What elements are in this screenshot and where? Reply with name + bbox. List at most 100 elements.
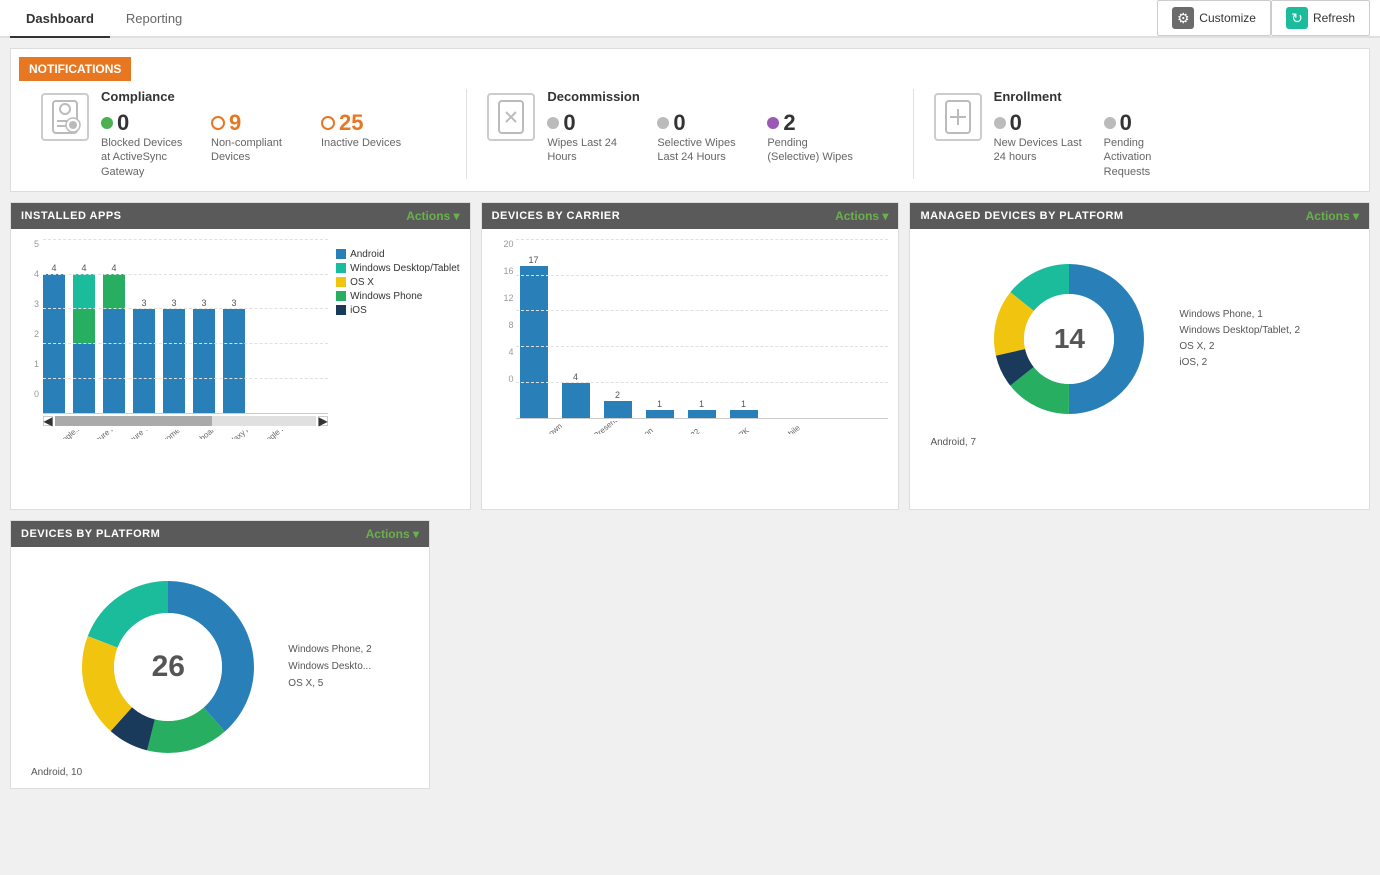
carrier-x-00022: 000-22 <box>676 425 703 434</box>
managed-donut-chart: 14 <box>979 249 1159 429</box>
legend-windows-desktop: Windows Desktop/Tablet <box>336 263 460 274</box>
new-devices-count: 0 <box>994 110 1084 136</box>
legend-windows-phone: Windows Phone <box>336 291 460 302</box>
bar-flipboard[interactable]: 3 <box>163 298 185 414</box>
bar-google[interactable]: 4 <box>43 263 65 414</box>
platform-legend-windesktop: Windows Deskto... <box>288 661 371 672</box>
wipes-count: 0 <box>547 110 637 136</box>
installed-apps-body: 5 4 3 2 1 0 <box>11 229 470 509</box>
x-label-flipboard: Flipboard <box>188 430 211 439</box>
installed-apps-widget: INSTALLED APPS Actions ▾ 5 4 3 2 1 0 <box>10 202 471 510</box>
decommission-section: Decommission 0 Wipes Last 24 Hours <box>467 89 913 179</box>
carrier-y-20: 20 <box>504 239 514 249</box>
main-content: NOTIFICATIONS Compliance 0 <box>0 38 1380 809</box>
bar-googleplay[interactable]: 3 <box>223 298 245 414</box>
blocked-devices-item[interactable]: 0 Blocked Devices at ActiveSync Gateway <box>101 110 191 179</box>
pending-wipes-label: Pending (Selective) Wipes <box>767 136 857 165</box>
carrier-bar-000pk[interactable]: 1 <box>688 399 716 419</box>
managed-devices-actions[interactable]: Actions ▾ <box>1306 209 1359 223</box>
platform-donut-legend: Windows Phone, 2 Windows Deskto... OS X,… <box>288 644 371 689</box>
gear-icon: ⚙ <box>1172 7 1194 29</box>
legend-osx: OS X <box>336 277 460 288</box>
osx-color <box>336 277 346 287</box>
enrollment-icon <box>934 93 982 141</box>
devices-by-platform-widget: DEVICES BY PLATFORM Actions ▾ <box>10 520 430 789</box>
gray-dot <box>547 117 559 129</box>
refresh-icon: ↻ <box>1286 7 1308 29</box>
wipes-item[interactable]: 0 Wipes Last 24 Hours <box>547 110 637 165</box>
managed-donut-legend: Windows Phone, 1 Windows Desktop/Tablet,… <box>1179 309 1300 368</box>
carrier-bar-00022[interactable]: 1 <box>646 399 674 419</box>
platform-donut-total: 26 <box>152 650 185 684</box>
carrier-bar-tmobile[interactable]: 1 <box>730 399 758 419</box>
managed-devices-header: MANAGED DEVICES BY PLATFORM Actions ▾ <box>910 203 1369 229</box>
platform-legend-android: Android, 10 <box>21 767 419 778</box>
x-label-chrome: Chrome <box>154 430 177 439</box>
carrier-bar-verizon[interactable]: 2 <box>604 390 632 419</box>
enrollment-items: 0 New Devices Last 24 hours 0 Pending Ac… <box>994 110 1339 179</box>
y-label-2: 2 <box>34 329 39 339</box>
gray-dot3 <box>994 117 1006 129</box>
noncompliant-item[interactable]: 9 Non-compliant Devices <box>211 110 301 179</box>
managed-legend-ios: iOS, 2 <box>1179 357 1300 368</box>
tab-dashboard[interactable]: Dashboard <box>10 1 110 38</box>
customize-button[interactable]: ⚙ Customize <box>1157 0 1271 36</box>
managed-legend-winphone: Windows Phone, 1 <box>1179 309 1300 320</box>
bar-secureweb[interactable]: 4 <box>103 263 125 414</box>
inactive-item[interactable]: 25 Inactive Devices <box>321 110 401 179</box>
selective-wipes-item[interactable]: 0 Selective Wipes Last 24 Hours <box>657 110 747 165</box>
pending-activation-item[interactable]: 0 Pending Activation Requests <box>1104 110 1194 179</box>
managed-devices-widget: MANAGED DEVICES BY PLATFORM Actions ▾ <box>909 202 1370 510</box>
new-devices-label: New Devices Last 24 hours <box>994 136 1084 165</box>
platform-legend-winphone: Windows Phone, 2 <box>288 644 371 655</box>
managed-donut-total: 14 <box>1054 323 1085 355</box>
bar-securehub[interactable]: 4 <box>73 263 95 414</box>
installed-apps-actions[interactable]: Actions ▾ <box>406 209 459 223</box>
empty-space <box>440 520 1370 789</box>
scroll-left-btn[interactable]: ◀ <box>43 416 53 426</box>
x-label-googleplay: Google Pla... <box>256 430 279 439</box>
widgets-row-2: DEVICES BY PLATFORM Actions ▾ <box>10 520 1370 789</box>
carrier-body: 20 16 12 8 4 0 <box>482 229 899 509</box>
carrier-bar-unknown[interactable]: 17 <box>520 255 548 419</box>
platform-legend-osx: OS X, 5 <box>288 678 371 689</box>
installed-apps-legend: Android Windows Desktop/Tablet OS X <box>336 239 460 439</box>
carrier-y-12: 12 <box>504 293 514 303</box>
x-label-galaxyapps: Galaxy Apps <box>222 430 245 439</box>
selective-wipes-count: 0 <box>657 110 747 136</box>
bar-galaxyapps[interactable]: 3 <box>193 298 215 414</box>
windesktop-color <box>336 263 346 273</box>
refresh-button[interactable]: ↻ Refresh <box>1271 0 1370 36</box>
installed-apps-header: INSTALLED APPS Actions ▾ <box>11 203 470 229</box>
bar-chrome[interactable]: 3 <box>133 298 155 414</box>
gray-dot4 <box>1104 117 1116 129</box>
winphone-color <box>336 291 346 301</box>
devices-platform-actions[interactable]: Actions ▾ <box>366 527 419 541</box>
devices-by-carrier-widget: DEVICES BY CARRIER Actions ▾ 20 16 12 8 … <box>481 202 900 510</box>
x-label-google: Google... <box>52 430 75 439</box>
carrier-y-0: 0 <box>509 374 514 384</box>
managed-devices-body: 14 Windows Phone, 1 Windows Desktop/Tabl… <box>910 229 1369 509</box>
scroll-right-btn[interactable]: ▶ <box>318 416 328 426</box>
carrier-bar-notpresent[interactable]: 4 <box>562 372 590 419</box>
widgets-row-1: INSTALLED APPS Actions ▾ 5 4 3 2 1 0 <box>10 202 1370 510</box>
carrier-actions[interactable]: Actions ▾ <box>835 209 888 223</box>
ios-color <box>336 305 346 315</box>
carrier-title: DEVICES BY CARRIER <box>492 210 621 222</box>
legend-android: Android <box>336 249 460 260</box>
carrier-x-unknown: Unknown <box>532 425 559 434</box>
carrier-x-tmobile: T-Mobile <box>772 425 799 434</box>
pending-wipes-item[interactable]: 2 Pending (Selective) Wipes <box>767 110 857 165</box>
x-label-secureweb: Secure Web <box>120 430 143 439</box>
decommission-content: Decommission 0 Wipes Last 24 Hours <box>547 89 892 165</box>
scrollbar-track[interactable] <box>55 416 316 426</box>
compliance-items: 0 Blocked Devices at ActiveSync Gateway … <box>101 110 446 179</box>
y-label-1: 1 <box>34 359 39 369</box>
devices-platform-title: DEVICES BY PLATFORM <box>21 528 160 540</box>
wipes-label: Wipes Last 24 Hours <box>547 136 637 165</box>
managed-legend-windesktop: Windows Desktop/Tablet, 2 <box>1179 325 1300 336</box>
tab-reporting[interactable]: Reporting <box>110 1 198 38</box>
decommission-title: Decommission <box>547 89 892 104</box>
blocked-label: Blocked Devices at ActiveSync Gateway <box>101 136 191 179</box>
new-devices-item[interactable]: 0 New Devices Last 24 hours <box>994 110 1084 179</box>
